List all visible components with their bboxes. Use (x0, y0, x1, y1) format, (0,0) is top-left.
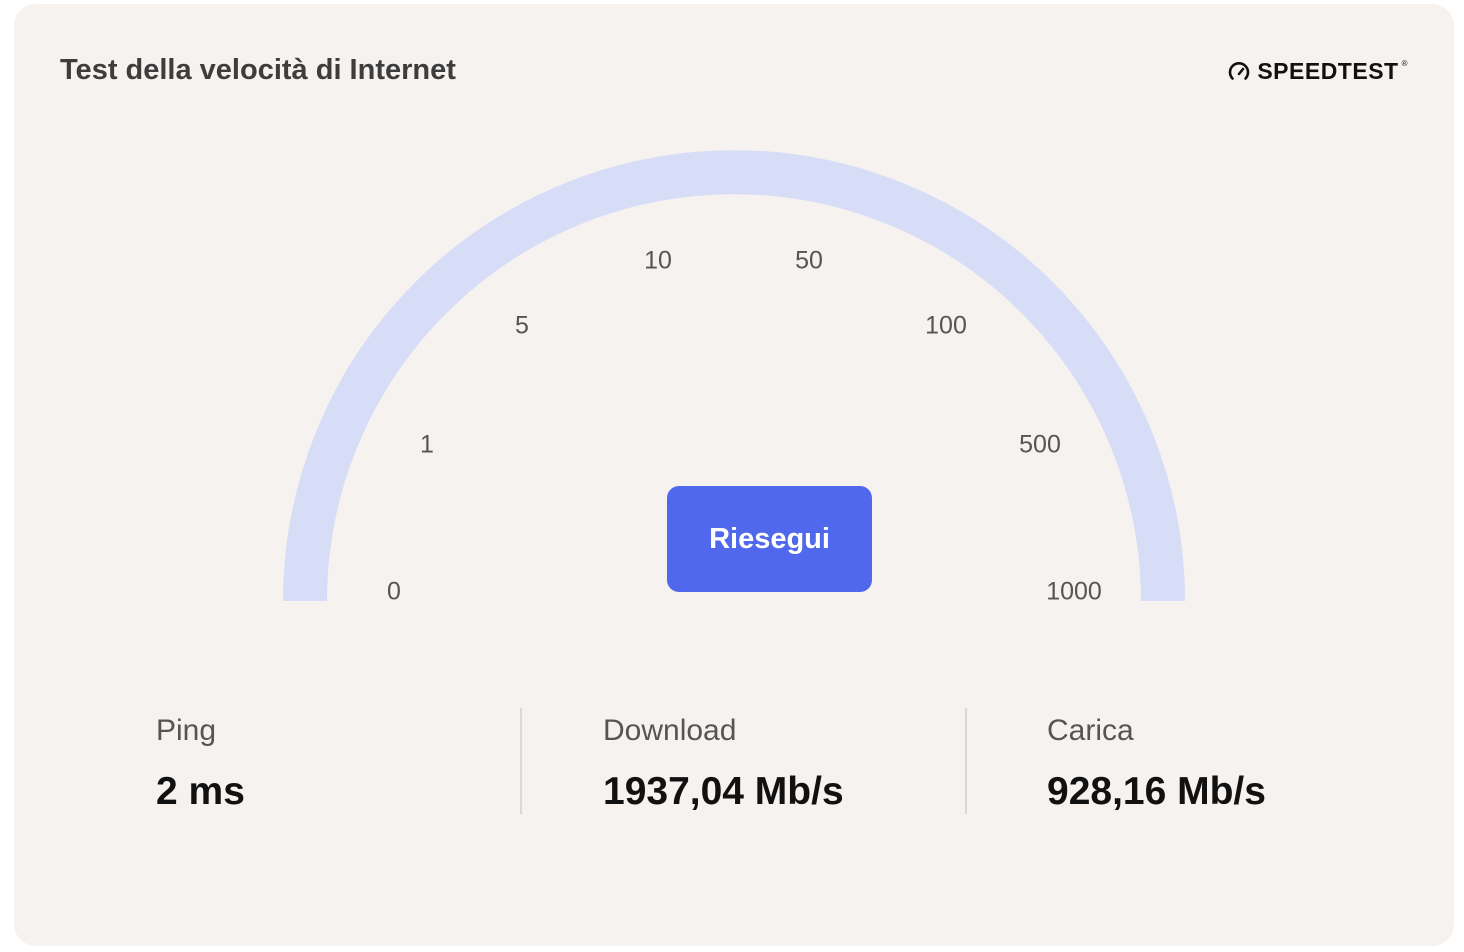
ping-stat: Ping 2 ms (156, 714, 245, 814)
rerun-button[interactable]: Riesegui (667, 486, 872, 592)
speedtest-card: Test della velocità di Internet SPEEDTES… (14, 4, 1454, 946)
gauge-tick-label: 500 (1019, 430, 1061, 459)
upload-stat: Carica 928,16 Mb/s (1047, 714, 1266, 814)
upload-label: Carica (1047, 714, 1134, 747)
ping-label: Ping (156, 714, 217, 747)
download-label: Download (603, 714, 737, 747)
gauge-tick-label: 50 (795, 246, 823, 275)
stat-divider (965, 708, 967, 814)
gauge-tick-label: 0 (387, 577, 401, 606)
gauge-tick-label: 100 (925, 311, 967, 340)
gauge-tick-label: 1000 (1046, 577, 1102, 606)
stat-divider (520, 708, 522, 814)
upload-value: 928,16 Mb/s (1047, 770, 1266, 813)
gauge-tick-label: 10 (644, 246, 672, 275)
gauge-tick-label: 5 (515, 311, 529, 340)
download-stat: Download 1937,04 Mb/s (603, 714, 844, 814)
ping-value: 2 ms (156, 770, 245, 813)
download-value: 1937,04 Mb/s (603, 770, 844, 813)
gauge-tick-label: 1 (420, 430, 434, 459)
